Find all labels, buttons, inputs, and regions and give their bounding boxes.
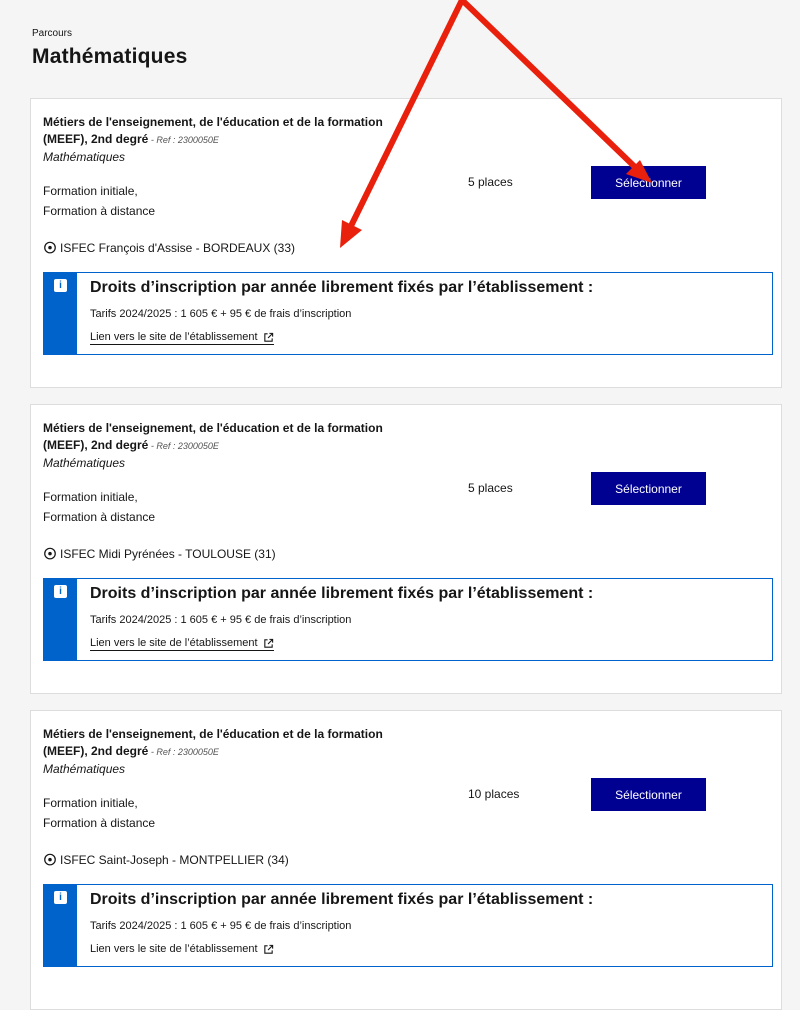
page-title: Mathématiques [32, 45, 188, 68]
formation-ref: - Ref : 2300050E [148, 441, 219, 451]
info-icon: i [54, 279, 67, 292]
establishment-link[interactable]: Lien vers le site de l’établissement [90, 331, 274, 345]
external-link-icon [263, 944, 273, 954]
location-text: ISFEC Saint-Joseph - MONTPELLIER (34) [60, 853, 289, 867]
fees-notice: i Droits d’inscription par année libreme… [43, 578, 773, 661]
formation-modes: Formation initiale, Formation à distance [43, 490, 156, 524]
notice-title: Droits d’inscription par année librement… [90, 279, 594, 296]
formation-subject: Mathématiques [43, 150, 126, 164]
notice-price: Tarifs 2024/2025 : 1 605 € + 95 € de fra… [90, 308, 352, 320]
formation-modes: Formation initiale, Formation à distance [43, 796, 156, 830]
notice-title: Droits d’inscription par année librement… [90, 585, 594, 602]
location-pin-icon [44, 547, 56, 560]
info-icon: i [54, 891, 67, 904]
fees-notice: i Droits d’inscription par année libreme… [43, 272, 773, 355]
places-count: 10 places [468, 787, 520, 801]
select-button[interactable]: Sélectionner [591, 166, 706, 199]
breadcrumb: Parcours [32, 28, 73, 39]
select-button[interactable]: Sélectionner [591, 472, 706, 505]
formation-modes: Formation initiale, Formation à distance [43, 184, 156, 218]
location-text: ISFEC François d'Assise - BORDEAUX (33) [60, 241, 296, 255]
fees-notice: i Droits d’inscription par année libreme… [43, 884, 773, 967]
select-button[interactable]: Sélectionner [591, 778, 706, 811]
formation-ref: - Ref : 2300050E [148, 135, 219, 145]
establishment-link[interactable]: Lien vers le site de l’établissement [90, 637, 274, 651]
location-pin-icon [44, 241, 56, 254]
places-count: 5 places [468, 175, 513, 189]
notice-title: Droits d’inscription par année librement… [90, 891, 594, 908]
formation-card: Métiers de l'enseignement, de l'éducatio… [30, 710, 782, 1010]
formation-title: Métiers de l'enseignement, de l'éducatio… [43, 727, 383, 758]
location-pin-icon [44, 853, 56, 866]
page-header: Parcours Mathématiques [32, 28, 187, 69]
info-icon: i [54, 585, 67, 598]
formation-subject: Mathématiques [43, 456, 126, 470]
formation-title: Métiers de l'enseignement, de l'éducatio… [43, 421, 383, 452]
formation-card: Métiers de l'enseignement, de l'éducatio… [30, 98, 782, 388]
location: ISFEC Saint-Joseph - MONTPELLIER (34) [43, 853, 289, 867]
formation-title: Métiers de l'enseignement, de l'éducatio… [43, 115, 383, 146]
formation-ref: - Ref : 2300050E [148, 747, 219, 757]
notice-price: Tarifs 2024/2025 : 1 605 € + 95 € de fra… [90, 614, 352, 626]
establishment-link[interactable]: Lien vers le site de l’établissement [90, 943, 274, 956]
external-link-icon [263, 638, 273, 648]
notice-price: Tarifs 2024/2025 : 1 605 € + 95 € de fra… [90, 920, 352, 932]
location-text: ISFEC Midi Pyrénées - TOULOUSE (31) [60, 547, 276, 561]
location: ISFEC Midi Pyrénées - TOULOUSE (31) [43, 547, 276, 561]
location: ISFEC François d'Assise - BORDEAUX (33) [43, 241, 295, 255]
places-count: 5 places [468, 481, 513, 495]
external-link-icon [263, 332, 273, 342]
formation-subject: Mathématiques [43, 762, 126, 776]
formation-card: Métiers de l'enseignement, de l'éducatio… [30, 404, 782, 694]
